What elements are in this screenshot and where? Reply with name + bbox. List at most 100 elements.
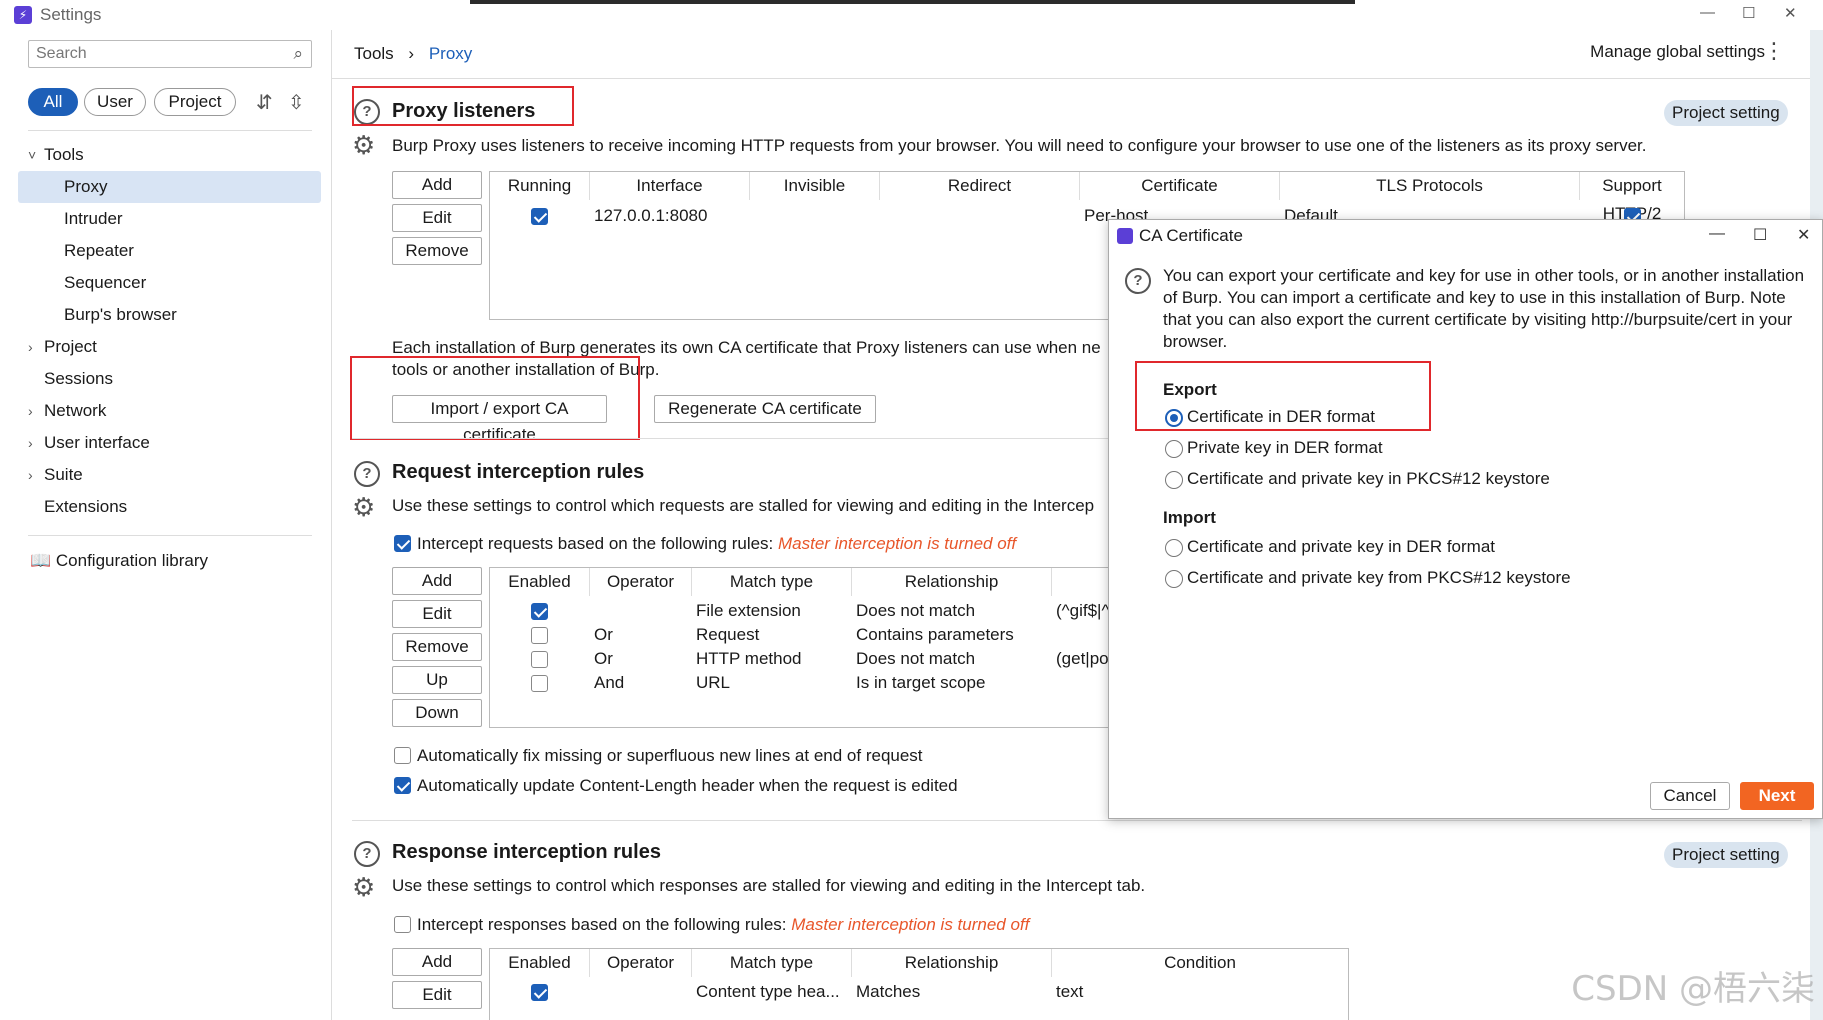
filter-all[interactable]: All (28, 88, 78, 116)
help-icon[interactable]: ? (354, 841, 380, 867)
highlight-box (352, 86, 574, 126)
dialog-minimize-button[interactable]: — (1709, 225, 1725, 243)
tree-item-network[interactable]: › Network (28, 401, 106, 421)
dialog-close-button[interactable]: ✕ (1797, 225, 1810, 245)
filter-project[interactable]: Project (154, 88, 236, 116)
add-button[interactable]: Add (392, 948, 482, 976)
tree-item-tools[interactable]: ˅ Tools (28, 145, 84, 165)
relationship-cell: Is in target scope (856, 673, 986, 692)
auto-fix-checkbox[interactable] (394, 747, 411, 764)
edit-button[interactable]: Edit (392, 600, 482, 628)
breadcrumb-proxy[interactable]: Proxy (429, 44, 472, 63)
radio-label[interactable]: Certificate and private key in PKCS#12 k… (1187, 469, 1550, 489)
column-header[interactable]: Relationship (852, 568, 1052, 596)
column-header[interactable]: Match type (692, 949, 852, 977)
background-window-edge (470, 0, 1355, 4)
tree-item-project[interactable]: › Project (28, 337, 97, 357)
auto-update-checkbox[interactable] (394, 777, 411, 794)
collapse-all-icon[interactable]: ⇳ (288, 90, 305, 115)
remove-button[interactable]: Remove (392, 237, 482, 265)
column-header[interactable]: Certificate (1080, 172, 1280, 200)
expand-all-icon[interactable]: ⇵ (256, 90, 273, 115)
gear-icon[interactable]: ⚙ (352, 492, 375, 523)
match-type-cell: Request (696, 625, 760, 644)
filter-user[interactable]: User (84, 88, 146, 116)
radio-label[interactable]: Private key in DER format (1187, 438, 1383, 458)
regenerate-ca-button[interactable]: Regenerate CA certificate (654, 395, 876, 423)
column-header[interactable]: Support HTTP/2 (1580, 172, 1684, 223)
column-header[interactable]: Condition (1052, 949, 1348, 977)
column-header[interactable]: Invisible (750, 172, 880, 200)
radio-import-der[interactable] (1165, 539, 1183, 557)
burp-logo-icon: ⚡ (14, 6, 32, 24)
edit-button[interactable]: Edit (392, 981, 482, 1009)
tree-item-user-interface[interactable]: › User interface (28, 433, 150, 453)
relationship-cell: Matches (856, 982, 921, 1001)
intercept-requests-checkbox[interactable] (394, 535, 411, 552)
enabled-checkbox[interactable] (531, 675, 548, 692)
add-button[interactable]: Add (392, 567, 482, 595)
column-header[interactable]: Running (490, 172, 590, 200)
breadcrumb-tools[interactable]: Tools (354, 44, 394, 63)
close-button[interactable]: ✕ (1784, 4, 1797, 22)
enabled-checkbox[interactable] (531, 984, 548, 1001)
column-header[interactable]: Relationship (852, 949, 1052, 977)
radio-import-pkcs12[interactable] (1165, 570, 1183, 588)
radio-label[interactable]: Certificate and private key in DER forma… (1187, 537, 1495, 557)
column-header[interactable]: Enabled (490, 568, 590, 596)
manage-global-settings-link[interactable]: Manage global settings (1590, 42, 1765, 62)
minimize-button[interactable]: — (1700, 4, 1715, 21)
tree-item-extensions[interactable]: Extensions (44, 497, 127, 517)
breadcrumb-separator: › (408, 44, 415, 63)
add-button[interactable]: Add (392, 171, 482, 199)
intercept-label: Intercept responses based on the followi… (417, 915, 787, 934)
tree-item-sessions[interactable]: Sessions (44, 369, 113, 389)
remove-button[interactable]: Remove (392, 633, 482, 661)
enabled-checkbox[interactable] (531, 651, 548, 668)
column-header[interactable]: Match type (692, 568, 852, 596)
search-input[interactable]: Search ⌕ (28, 40, 312, 68)
running-checkbox[interactable] (531, 208, 548, 225)
intercept-responses-checkbox[interactable] (394, 916, 411, 933)
column-header[interactable]: Redirect (880, 172, 1080, 200)
enabled-checkbox[interactable] (531, 603, 548, 620)
tree-item-suite[interactable]: › Suite (28, 465, 83, 485)
dialog-description: You can export your certificate and key … (1163, 266, 1805, 351)
ca-description-line1: Each installation of Burp generates its … (392, 338, 1101, 357)
next-button[interactable]: Next (1740, 782, 1814, 810)
gear-icon[interactable]: ⚙ (352, 872, 375, 903)
match-type-cell: URL (696, 673, 731, 692)
column-header[interactable]: Interface (590, 172, 750, 200)
gear-icon[interactable]: ⚙ (352, 130, 375, 161)
tree-item-sequencer[interactable]: Sequencer (64, 273, 146, 293)
relationship-cell: Contains parameters (856, 625, 1014, 644)
help-icon[interactable]: ? (354, 461, 380, 487)
help-icon[interactable]: ? (1125, 268, 1151, 294)
maximize-button[interactable]: ☐ (1742, 4, 1755, 22)
edit-button[interactable]: Edit (392, 204, 482, 232)
up-button[interactable]: Up (392, 666, 482, 694)
section-divider (352, 820, 1802, 821)
enabled-checkbox[interactable] (531, 627, 548, 644)
radio-label[interactable]: Certificate and private key from PKCS#12… (1187, 568, 1571, 588)
radio-cert-key-pkcs12[interactable] (1165, 471, 1183, 489)
configuration-library-link[interactable]: 📖 Configuration library (30, 551, 208, 571)
tree-item-intruder[interactable]: Intruder (64, 209, 123, 229)
down-button[interactable]: Down (392, 699, 482, 727)
project-setting-tag: Project setting (1664, 842, 1788, 868)
tree-item-proxy[interactable]: Proxy (64, 177, 107, 197)
tree-item-repeater[interactable]: Repeater (64, 241, 134, 261)
window-title: Settings (40, 5, 102, 24)
column-header[interactable]: Operator (590, 949, 692, 977)
column-header[interactable]: Enabled (490, 949, 590, 977)
column-header[interactable]: TLS Protocols (1280, 172, 1580, 200)
column-header[interactable]: Operator (590, 568, 692, 596)
dialog-maximize-button[interactable]: ☐ (1753, 225, 1767, 245)
cancel-button[interactable]: Cancel (1650, 782, 1730, 810)
tree-item-burps-browser[interactable]: Burp's browser (64, 305, 177, 325)
operator-cell: Or (594, 649, 613, 668)
radio-private-key-der[interactable] (1165, 440, 1183, 458)
tree-label: Suite (44, 465, 83, 484)
tree-label: Tools (44, 145, 84, 164)
more-options-icon[interactable]: ⋮ (1763, 38, 1785, 64)
